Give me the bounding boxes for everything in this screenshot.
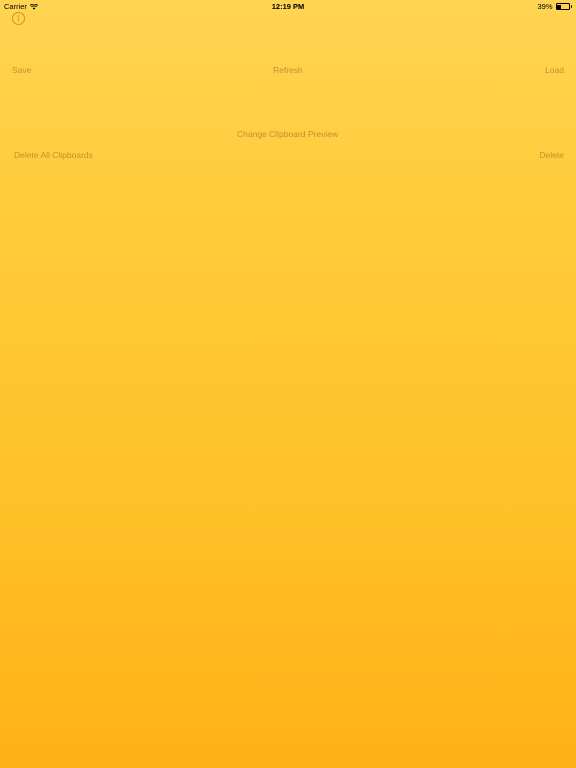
delete-button[interactable]: Delete bbox=[539, 150, 564, 160]
refresh-button[interactable]: Refresh bbox=[273, 65, 303, 75]
battery-icon bbox=[555, 3, 570, 10]
change-clipboard-preview-button[interactable]: Change Clipboard Preview bbox=[237, 129, 338, 139]
info-icon: i bbox=[17, 13, 20, 23]
info-button[interactable]: i bbox=[12, 12, 25, 25]
status-battery: 39% bbox=[537, 2, 572, 11]
battery-percent: 39% bbox=[537, 2, 553, 11]
status-time: 12:19 PM bbox=[271, 2, 305, 11]
battery-tip bbox=[570, 5, 572, 8]
status-bar: Carrier 12:19 PM 39% bbox=[0, 0, 576, 12]
battery-level-fill bbox=[557, 4, 562, 9]
save-button[interactable]: Save bbox=[12, 65, 31, 75]
delete-all-clipboards-button[interactable]: Delete All Clipboards bbox=[14, 150, 93, 160]
load-button[interactable]: Load bbox=[545, 65, 564, 75]
